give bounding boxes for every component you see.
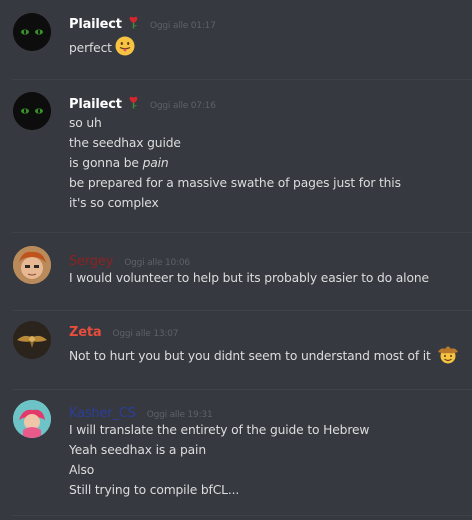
- message-header: Sergey Oggi alle 10:06: [69, 250, 190, 270]
- message-line: perfect: [69, 36, 135, 62]
- message-line: Not to hurt you but you didnt seem to un…: [69, 344, 459, 370]
- message-line: I would volunteer to help but its probab…: [69, 271, 429, 285]
- message-group: Kasher_CS Oggi alle 19:31 I will transla…: [0, 391, 472, 520]
- message-header: Zeta Oggi alle 13:07: [69, 321, 178, 341]
- message-header: Plailect Oggi alle 07:16: [69, 93, 216, 113]
- italic-word: pain: [142, 156, 169, 170]
- timestamp: Oggi alle 10:06: [124, 258, 190, 268]
- message-group: Plailect Oggi alle 07:16 so uh the seedh…: [0, 80, 472, 233]
- message-header: Kasher_CS Oggi alle 19:31: [69, 402, 213, 422]
- chat-messages: Plailect Oggi alle 01:17 perfect Plailec…: [0, 0, 472, 520]
- avatar[interactable]: [13, 13, 51, 51]
- username[interactable]: Plailect: [69, 97, 122, 112]
- avatar[interactable]: [13, 400, 51, 438]
- username[interactable]: Plailect: [69, 17, 122, 32]
- avatar[interactable]: [13, 92, 51, 130]
- username[interactable]: Kasher_CS: [69, 406, 136, 421]
- message-group: Plailect Oggi alle 01:17 perfect: [0, 0, 472, 80]
- message-line: it's so complex: [69, 196, 159, 210]
- avatar[interactable]: [13, 246, 51, 284]
- rose-icon: [128, 94, 139, 113]
- message-line: I will translate the entirety of the gui…: [69, 423, 370, 437]
- message-line: is gonna be pain: [69, 156, 169, 170]
- timestamp: Oggi alle 13:07: [112, 329, 179, 339]
- message-line: so uh: [69, 116, 102, 130]
- message-line: Also: [69, 463, 95, 477]
- message-group: Sergey Oggi alle 10:06 I would volunteer…: [0, 233, 472, 311]
- username[interactable]: Sergey: [69, 254, 113, 269]
- timestamp: Oggi alle 19:31: [146, 410, 213, 420]
- timestamp: Oggi alle 01:17: [150, 21, 216, 31]
- message-line: be prepared for a massive swathe of page…: [69, 176, 401, 190]
- username[interactable]: Zeta: [69, 325, 102, 340]
- message-group: Zeta Oggi alle 13:07 Not to hurt you but…: [0, 311, 472, 391]
- message-header: Plailect Oggi alle 01:17: [69, 13, 216, 33]
- message-divider: [12, 515, 472, 516]
- timestamp: Oggi alle 07:16: [150, 101, 216, 111]
- message-line: Yeah seedhax is a pain: [69, 443, 206, 457]
- cowboy-face-emoji: [437, 344, 459, 370]
- tongue-face-emoji: [115, 36, 135, 62]
- message-divider: [12, 389, 472, 390]
- rose-icon: [128, 14, 139, 33]
- avatar[interactable]: [13, 321, 51, 359]
- message-line: Still trying to compile bfCL...: [69, 483, 240, 497]
- message-line: the seedhax guide: [69, 136, 181, 150]
